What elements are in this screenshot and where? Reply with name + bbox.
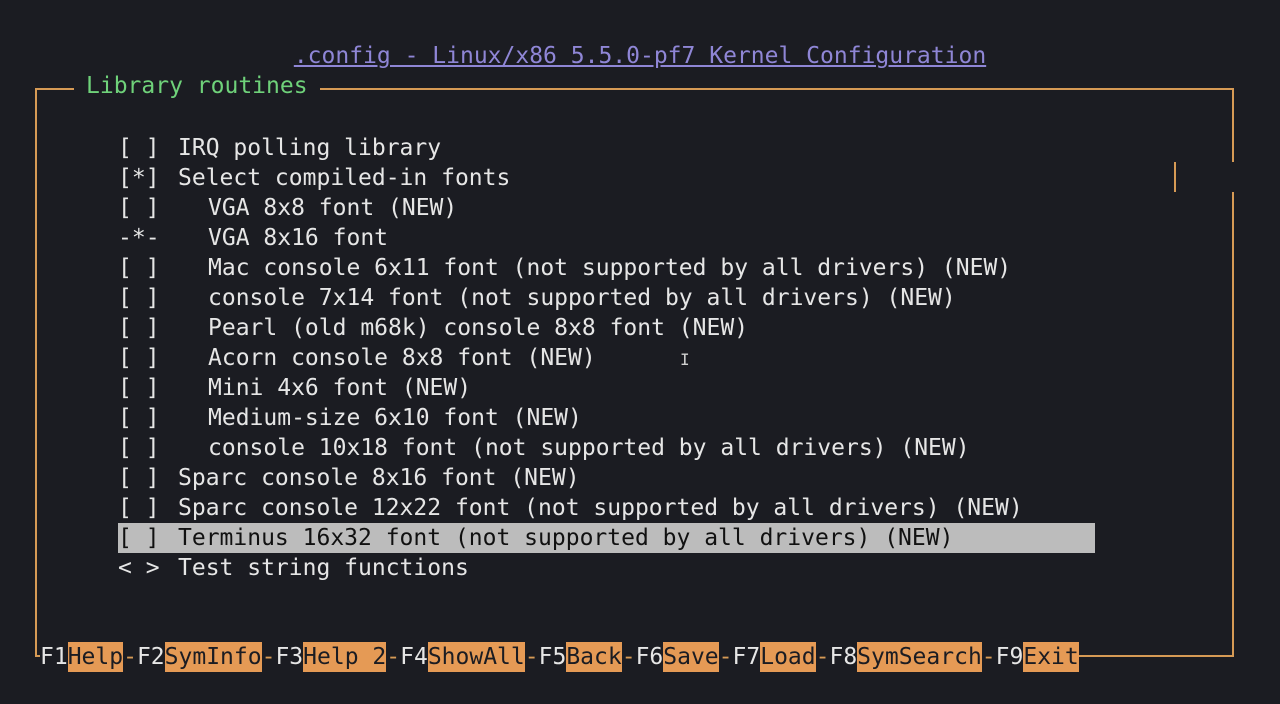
menu-item-label: Sparc console 12x22 font (not supported … — [178, 495, 1023, 521]
menu-item-checkbox[interactable]: [ ] — [118, 133, 178, 163]
menu-item[interactable]: [ ] Pearl (old m68k) console 8x8 font (NE… — [118, 313, 1095, 343]
menu-item-checkbox[interactable]: [ ] — [118, 523, 178, 553]
menu-item-checkbox[interactable]: [ ] — [118, 253, 178, 283]
menu-item[interactable]: -*- VGA 8x16 font — [118, 223, 1095, 253]
menu-item-checkbox[interactable]: [ ] — [118, 433, 178, 463]
menu-item-label: Pearl (old m68k) console 8x8 font (NEW) — [208, 315, 749, 341]
menu-item-label: VGA 8x8 font (NEW) — [208, 195, 458, 221]
menu-item-checkbox[interactable]: [ ] — [118, 463, 178, 493]
menu-item-checkbox[interactable]: [ ] — [118, 193, 178, 223]
menu-item[interactable]: < > Test string functions — [118, 553, 1095, 583]
menu-item-label: Sparc console 8x16 font (NEW) — [178, 465, 580, 491]
menu-item[interactable]: [ ] console 10x18 font (not supported by … — [118, 433, 1095, 463]
function-key-label-f8[interactable]: SymSearch — [857, 642, 982, 672]
function-key-f8[interactable]: F8 — [829, 642, 857, 672]
menu-item[interactable]: [ ] Mini 4x6 font (NEW) — [118, 373, 1095, 403]
function-key-f3[interactable]: F3 — [275, 642, 303, 672]
menu-item[interactable]: [ ] Acorn console 8x8 font (NEW) — [118, 343, 1095, 373]
function-key-f9[interactable]: F9 — [996, 642, 1024, 672]
menu-item[interactable]: [ ] Sparc console 8x16 font (NEW) — [118, 463, 1095, 493]
function-key-bar: F1 Help - F2 SymInfo - F3 Help 2- F4 ShowAll - F5 Ba… — [40, 642, 1079, 672]
window-title: .config - Linux/x86 5.5.0-pf7 Kernel Con… — [293, 43, 987, 69]
menu-item-label: Terminus 16x32 font (not supported by al… — [178, 525, 954, 551]
menu-item-label: console 10x18 font (not supported by all… — [208, 435, 970, 461]
key-separator: - — [621, 644, 636, 670]
function-key-label-f2[interactable]: SymInfo — [164, 642, 262, 672]
menu-item-label: VGA 8x16 font — [208, 225, 389, 251]
function-key-label-f1[interactable]: Help — [67, 642, 124, 672]
key-separator: - — [123, 644, 137, 670]
text-cursor-icon: I — [680, 350, 690, 369]
menu-item[interactable]: [*] Select compiled-in fonts — [118, 163, 1095, 193]
menu-item-label: console 7x14 font (not supported by all … — [208, 285, 956, 311]
function-key-f7[interactable]: F7 — [733, 642, 761, 672]
menu-title: Library routines — [74, 73, 320, 99]
key-separator: - — [524, 644, 539, 670]
function-key-f2[interactable]: F2 — [137, 642, 165, 672]
function-key-f4[interactable]: F4 — [400, 642, 428, 672]
menu-item-label: Medium-size 6x10 font (NEW) — [208, 405, 582, 431]
menu-item[interactable]: [ ] IRQ polling library — [118, 133, 1095, 163]
menu-item-checkbox[interactable]: [*] — [118, 163, 178, 193]
scroll-gap — [1232, 162, 1238, 192]
menu-item[interactable]: [ ] VGA 8x8 font (NEW) — [118, 193, 1095, 223]
menu-item-checkbox[interactable]: [ ] — [118, 343, 178, 373]
menu-item[interactable]: [ ] Terminus 16x32 font (not supported by… — [118, 523, 1095, 553]
menu-item-checkbox[interactable]: -*- — [118, 223, 178, 253]
key-separator: - — [386, 644, 401, 670]
menu-item-checkbox[interactable]: [ ] — [118, 283, 178, 313]
menu-item-label: Mac console 6x11 font (not supported by … — [208, 255, 1012, 281]
menu-item[interactable]: [ ] Mac console 6x11 font (not supported … — [118, 253, 1095, 283]
menu-item-checkbox[interactable]: [ ] — [118, 403, 178, 433]
key-separator: - — [718, 644, 733, 670]
function-key-label-f9[interactable]: Exit — [1023, 642, 1079, 672]
menu-item-label: Select compiled-in fonts — [178, 165, 511, 191]
function-key-label-f6[interactable]: Save — [663, 642, 719, 672]
menu-item[interactable]: [ ] console 7x14 font (not supported by a… — [118, 283, 1095, 313]
function-key-label-f7[interactable]: Load — [760, 642, 816, 672]
key-separator: - — [815, 644, 830, 670]
function-key-f1[interactable]: F1 — [40, 642, 68, 672]
function-key-label-f4[interactable]: ShowAll — [427, 642, 525, 672]
menu-item-checkbox[interactable]: [ ] — [118, 493, 178, 523]
key-separator: - — [261, 644, 276, 670]
scroll-indicator — [1174, 162, 1176, 192]
menu-item-checkbox[interactable]: < > — [118, 553, 178, 583]
menu-item-label: Mini 4x6 font (NEW) — [208, 375, 472, 401]
menu-item-checkbox[interactable]: [ ] — [118, 313, 178, 343]
menu-item[interactable]: [ ] Sparc console 12x22 font (not support… — [118, 493, 1095, 523]
function-key-f5[interactable]: F5 — [539, 642, 567, 672]
function-key-label-f3[interactable]: Help 2 — [303, 642, 387, 672]
key-separator: - — [981, 644, 996, 670]
function-key-label-f5[interactable]: Back — [566, 642, 622, 672]
function-key-f6[interactable]: F6 — [636, 642, 664, 672]
menu-item-checkbox[interactable]: [ ] — [118, 373, 178, 403]
menu-item-label: Test string functions — [178, 555, 469, 581]
menu-list: [ ] IRQ polling library [*] Select compiled… — [118, 133, 1095, 583]
menu-item-label: IRQ polling library — [178, 135, 442, 161]
menu-item-label: Acorn console 8x8 font (NEW) — [208, 345, 596, 371]
menu-item[interactable]: [ ] Medium-size 6x10 font (NEW) — [118, 403, 1095, 433]
